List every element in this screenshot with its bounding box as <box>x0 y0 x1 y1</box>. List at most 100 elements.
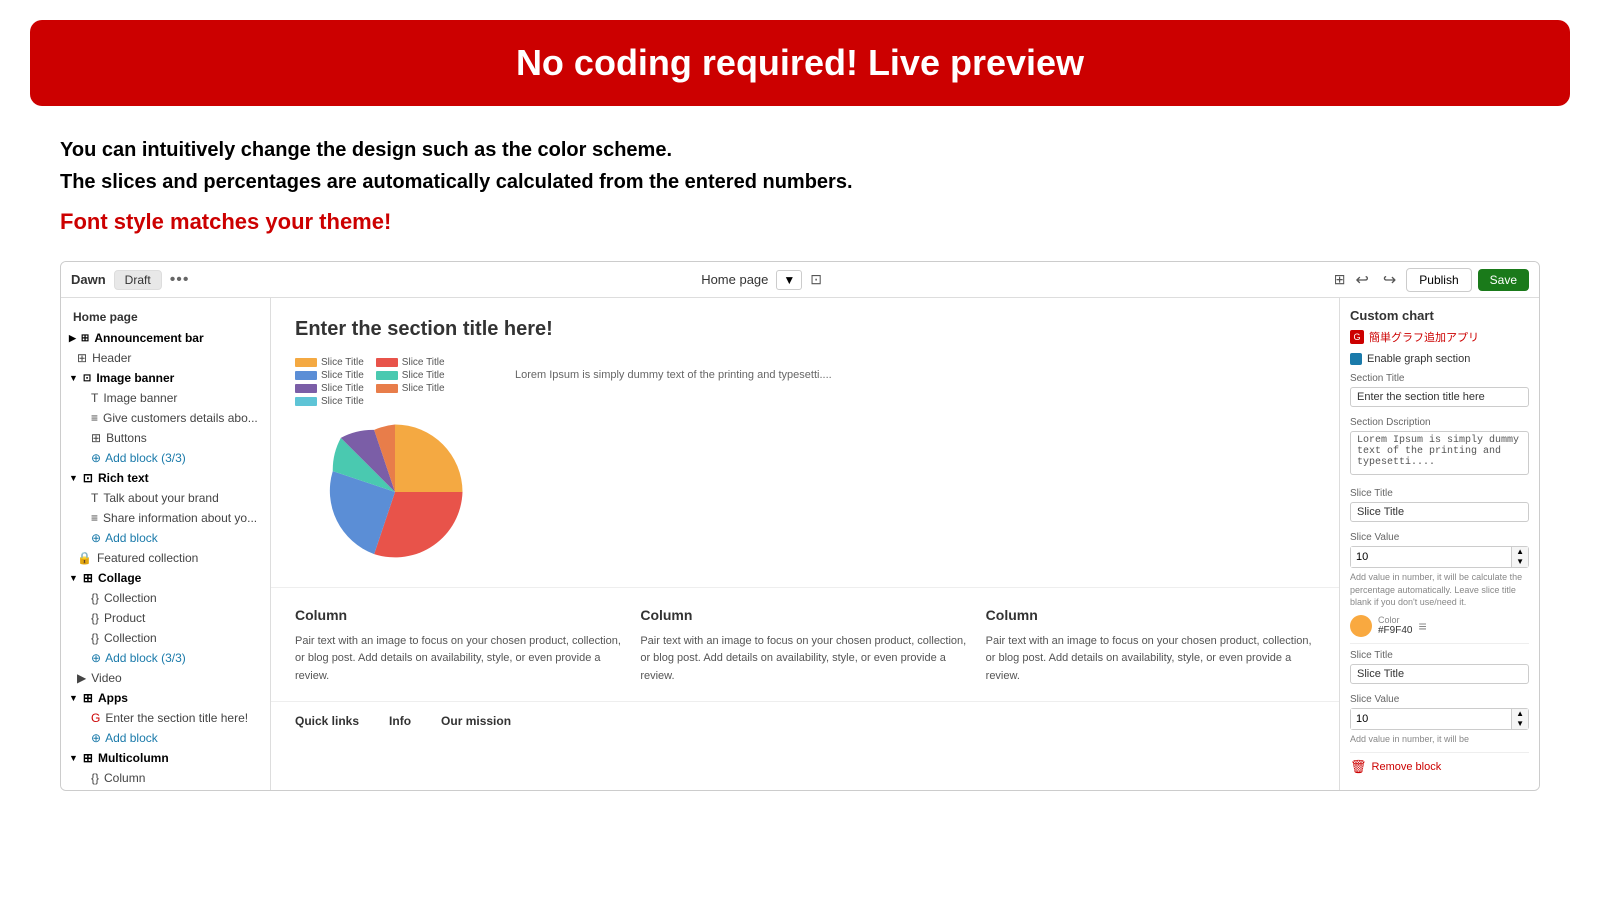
sidebar-label: Talk about your brand <box>103 491 218 505</box>
sidebar-item-collage[interactable]: ▼ ⊞ Collage <box>61 568 270 588</box>
rp-color-row[interactable]: Color #F9F40 ≡ <box>1350 615 1529 637</box>
save-button[interactable]: Save <box>1478 269 1529 291</box>
rp-slice-title-input1[interactable] <box>1350 502 1529 522</box>
sidebar-label: Featured collection <box>97 551 198 565</box>
sidebar-item-rich-text[interactable]: ▼ ⊡ Rich text <box>61 468 270 488</box>
sidebar-label: Video <box>91 671 121 685</box>
add-icon: ⊕ <box>91 531 101 545</box>
col-title-1: Column <box>295 604 624 626</box>
sidebar-item-announcement[interactable]: ▶ ⊞ Announcement bar <box>61 328 270 348</box>
sidebar-item-apps[interactable]: ▼ ⊞ Apps <box>61 688 270 708</box>
rp-color-swatch[interactable] <box>1350 615 1372 637</box>
rp-app-name: 簡単グラフ追加アプリ <box>1369 329 1479 345</box>
sidebar-add-block-rich[interactable]: ⊕ Add block <box>61 528 270 548</box>
legend-color-2 <box>376 358 398 367</box>
legend-label-1: Slice Title <box>321 357 364 368</box>
sidebar-add-block-collage[interactable]: ⊕ Add block (3/3) <box>61 648 270 668</box>
legend-row-4: Slice Title <box>295 396 495 407</box>
chart-legend: Slice Title Slice Title Slice Title Slic… <box>295 357 495 407</box>
toolbar-save-icon[interactable]: ⊞ <box>1334 271 1346 288</box>
rp-slice-value-row1: ▲ ▼ <box>1350 546 1529 568</box>
rp-section-title-input[interactable] <box>1350 387 1529 407</box>
toolbar-dropdown[interactable]: ▼ <box>776 270 802 290</box>
rp-slice-title-label1: Slice Title <box>1350 488 1529 499</box>
top-banner: No coding required! Live preview <box>30 20 1570 106</box>
sidebar-item-video[interactable]: ▶ Video <box>61 668 270 688</box>
rp-slice-value-input1[interactable] <box>1351 547 1511 567</box>
sidebar-item-product[interactable]: {} Product <box>61 608 270 628</box>
rp-divider <box>1350 643 1529 644</box>
rp-section-title-label: Section Title <box>1350 373 1529 384</box>
col-title-3: Column <box>986 604 1315 626</box>
canvas-chart-section: Enter the section title here! Slice Titl… <box>271 298 1339 588</box>
sidebar-item-buttons[interactable]: ⊞ Buttons <box>61 428 270 448</box>
toolbar-undo-btn[interactable]: ↩ <box>1351 268 1372 292</box>
pie-slice-1 <box>395 425 463 493</box>
rp-remove-btn[interactable]: 🗑 Remove block <box>1350 759 1529 775</box>
sidebar-item-collection2[interactable]: {} Collection <box>61 628 270 648</box>
sidebar-label: Collection <box>104 591 157 605</box>
toolbar-tab-draft[interactable]: Draft <box>114 270 162 290</box>
rp-increment-btn2[interactable]: ▲ <box>1512 709 1528 719</box>
sidebar-item-talk-brand[interactable]: T Talk about your brand <box>61 488 270 508</box>
desc-line2: The slices and percentages are automatic… <box>60 166 1540 198</box>
rp-color-menu-icon[interactable]: ≡ <box>1418 618 1426 634</box>
block-icon: {} <box>91 631 99 645</box>
sidebar-item-share-info[interactable]: ≡ Share information about yo... <box>61 508 270 528</box>
rp-hint2: Add value in number, it will be <box>1350 733 1529 746</box>
rp-enable-row[interactable]: Enable graph section <box>1350 353 1529 365</box>
sidebar-item-image-banner[interactable]: ▼ ⊡ Image banner <box>61 368 270 388</box>
rp-increment-btn1[interactable]: ▲ <box>1512 547 1528 557</box>
sidebar-item-featured-collection[interactable]: 🔒 Featured collection <box>61 548 270 568</box>
rp-slice-value-input2[interactable] <box>1351 709 1511 729</box>
right-panel: Custom chart G 簡単グラフ追加アプリ Enable graph s… <box>1339 298 1539 790</box>
banner-title: No coding required! Live preview <box>30 42 1570 84</box>
sidebar-label: Column <box>104 771 145 785</box>
canvas-section-title: Enter the section title here! <box>295 318 1315 341</box>
sidebar-item-multicolumn[interactable]: ▼ ⊞ Multicolumn <box>61 748 270 768</box>
main-area: Home page ▶ ⊞ Announcement bar ⊞ Header … <box>61 298 1539 790</box>
sidebar-item-app-section[interactable]: G Enter the section title here! <box>61 708 270 728</box>
legend-row-2: Slice Title Slice Title <box>295 370 495 381</box>
arrow-icon: ▼ <box>69 753 78 763</box>
sidebar-item-collection1[interactable]: {} Collection <box>61 588 270 608</box>
rp-app-icon: G <box>1350 330 1364 344</box>
add-icon: ⊕ <box>91 651 101 665</box>
rp-remove-label: Remove block <box>1372 761 1442 773</box>
sidebar-label: Multicolumn <box>98 751 169 765</box>
collage-icon: ⊞ <box>83 571 93 585</box>
publish-button[interactable]: Publish <box>1406 268 1471 292</box>
sidebar-add-block-apps[interactable]: ⊕ Add block <box>61 728 270 748</box>
rp-decrement-btn2[interactable]: ▼ <box>1512 719 1528 729</box>
rp-checkbox[interactable] <box>1350 353 1362 365</box>
sidebar-item-image-banner-text[interactable]: T Image banner <box>61 388 270 408</box>
column-2: Column Pair text with an image to focus … <box>640 604 969 685</box>
rp-section-desc-textarea[interactable]: Lorem Ipsum is simply dummy text of the … <box>1350 431 1529 475</box>
legend-label-6: Slice Title <box>402 383 445 394</box>
rp-title: Custom chart <box>1350 308 1529 323</box>
toolbar-device-icon[interactable]: ⊡ <box>810 271 822 288</box>
rp-decrement-btn1[interactable]: ▼ <box>1512 557 1528 567</box>
sidebar-add-block-image[interactable]: ⊕ Add block (3/3) <box>61 448 270 468</box>
legend-row-1: Slice Title Slice Title <box>295 357 495 368</box>
rp-color-info: Color #F9F40 <box>1378 615 1412 636</box>
legend-row-3: Slice Title Slice Title <box>295 383 495 394</box>
rp-slice-value-label1: Slice Value <box>1350 532 1529 543</box>
sidebar-item-customers-details[interactable]: ≡ Give customers details abo... <box>61 408 270 428</box>
col-text-1: Pair text with an image to focus on your… <box>295 633 624 686</box>
legend-color-3 <box>295 371 317 380</box>
sidebar-item-column[interactable]: {} Column <box>61 768 270 788</box>
sidebar-label: Add block (3/3) <box>105 651 186 665</box>
rp-color-label: Color <box>1378 615 1412 625</box>
toolbar-center: Home page ▼ ⊡ <box>198 270 1326 290</box>
toolbar-dots[interactable]: ••• <box>170 271 190 289</box>
canvas-columns-section: Column Pair text with an image to focus … <box>271 588 1339 702</box>
toolbar-page-title: Home page <box>701 272 768 287</box>
canvas-inner: Enter the section title here! Slice Titl… <box>271 298 1339 790</box>
sidebar-item-header[interactable]: ⊞ Header <box>61 348 270 368</box>
trash-icon: 🗑 <box>1350 759 1367 775</box>
rp-hint1: Add value in number, it will be calculat… <box>1350 571 1529 609</box>
rp-slice-title-input2[interactable] <box>1350 664 1529 684</box>
toolbar-redo-btn[interactable]: ↪ <box>1379 268 1400 292</box>
desc-line1: You can intuitively change the design su… <box>60 134 1540 166</box>
